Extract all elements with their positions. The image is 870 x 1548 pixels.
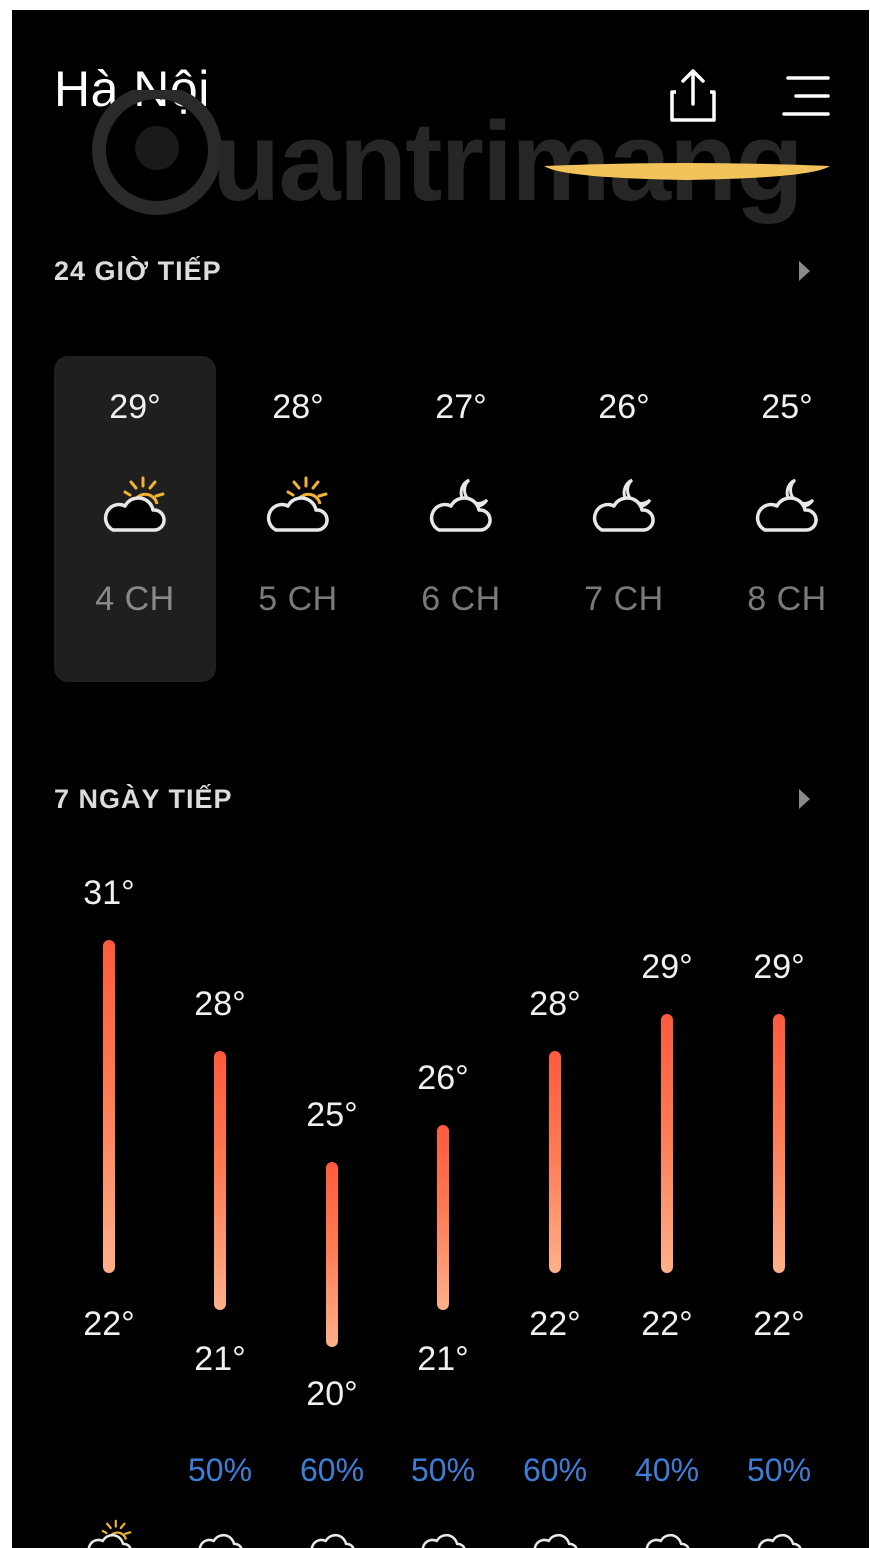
daily-rain-chance: 50% xyxy=(187,1452,253,1488)
partly-sunny-icon xyxy=(87,1519,132,1548)
daily-item[interactable]: 25° 20° 60% xyxy=(276,10,388,1548)
rain-cloud-icon xyxy=(198,1533,243,1548)
daily-high-temperature: 29° xyxy=(641,948,693,986)
daily-rain-chance: 40% xyxy=(634,1452,700,1488)
rain-cloud-icon xyxy=(533,1533,578,1548)
temperature-range-bar xyxy=(214,1051,226,1310)
rain-cloud-icon xyxy=(310,1533,355,1548)
daily-item[interactable]: 28° 22° 60% xyxy=(499,10,611,1548)
daily-high-temperature: 25° xyxy=(306,1096,358,1134)
daily-item[interactable]: 28° 21° 50% xyxy=(164,10,276,1548)
daily-rain-chance: 50% xyxy=(410,1452,476,1488)
rain-cloud-icon xyxy=(645,1533,690,1548)
daily-high-temperature: 28° xyxy=(194,985,246,1023)
daily-low-temperature: 21° xyxy=(194,1340,246,1378)
temperature-range-bar xyxy=(661,1014,673,1273)
daily-low-temperature: 22° xyxy=(529,1305,581,1343)
rain-cloud-icon xyxy=(421,1533,466,1548)
weather-screen: Hà Nội uantrimang 24 GIỜ TIẾP 29° 4 CH 28°… xyxy=(12,10,869,1548)
daily-high-temperature: 28° xyxy=(529,985,581,1023)
temperature-range-bar xyxy=(437,1125,449,1310)
daily-low-temperature: 22° xyxy=(753,1305,805,1343)
daily-high-temperature: 26° xyxy=(417,1059,469,1097)
daily-low-temperature: 20° xyxy=(306,1375,358,1413)
temperature-range-bar xyxy=(103,940,115,1273)
daily-low-temperature: 22° xyxy=(641,1305,693,1343)
daily-item[interactable]: 29° 22° 40% xyxy=(611,10,723,1548)
daily-rain-chance: 60% xyxy=(299,1452,365,1488)
daily-item[interactable]: 31° 22° xyxy=(53,10,165,1548)
temperature-range-bar xyxy=(326,1162,338,1347)
temperature-range-bar xyxy=(549,1051,561,1273)
daily-low-temperature: 22° xyxy=(83,1305,135,1343)
daily-item[interactable]: 29° 22° 50% xyxy=(723,10,835,1548)
daily-high-temperature: 29° xyxy=(753,948,805,986)
daily-rain-chance: 50% xyxy=(746,1452,812,1488)
daily-low-temperature: 21° xyxy=(417,1340,469,1378)
temperature-range-bar xyxy=(773,1014,785,1273)
daily-high-temperature: 31° xyxy=(83,874,135,912)
daily-rain-chance: 60% xyxy=(522,1452,588,1488)
rain-cloud-icon xyxy=(757,1533,802,1548)
daily-item[interactable]: 26° 21° 50% xyxy=(387,10,499,1548)
